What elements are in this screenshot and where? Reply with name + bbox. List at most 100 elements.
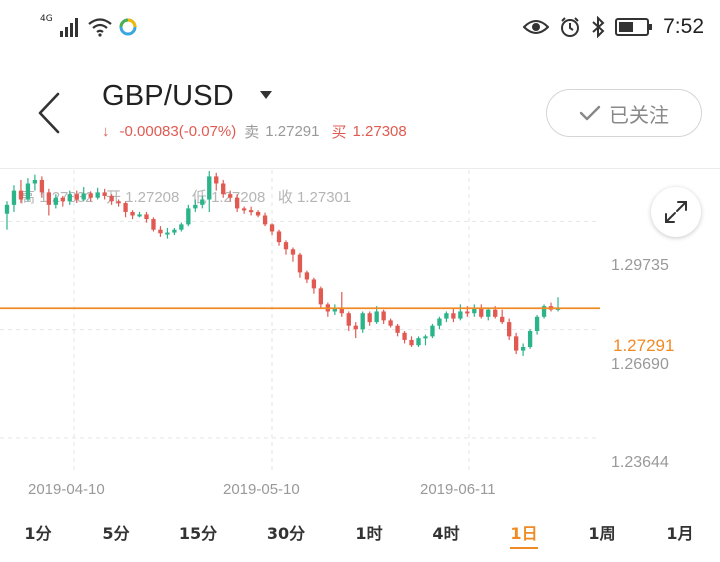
candle-body (262, 215, 268, 225)
candle-body (395, 325, 400, 333)
candle-body (46, 192, 52, 205)
tab-1day[interactable]: 1日 (510, 520, 537, 544)
candle-body (513, 336, 519, 351)
network-type-label: 4G (40, 14, 53, 24)
candle-body (32, 179, 38, 184)
candle-body (388, 320, 393, 326)
candle-body (283, 242, 289, 250)
candle-body (179, 224, 184, 230)
active-tab-indicator (510, 547, 538, 549)
candle-body (479, 308, 484, 317)
status-bar-left: 4G (40, 12, 137, 42)
tab-15min[interactable]: 15分 (179, 520, 217, 544)
candle-body (81, 193, 86, 200)
candle-body (507, 322, 512, 337)
candle-body (465, 311, 470, 314)
header-divider (0, 168, 720, 169)
battery-icon (615, 18, 653, 36)
tab-1hour[interactable]: 1时 (355, 520, 382, 544)
bluetooth-icon (592, 16, 605, 38)
candle-body (276, 231, 282, 243)
caret-down-icon[interactable] (259, 90, 273, 100)
candle-body (534, 316, 540, 332)
candle-body (116, 201, 121, 204)
candle-body (241, 208, 247, 211)
candle-body (500, 316, 505, 323)
candle-body (367, 313, 372, 323)
candle-body (18, 190, 24, 200)
candle-body (486, 309, 491, 317)
down-arrow-icon: ↓ (102, 123, 110, 140)
status-bar-right: 7:52 (523, 12, 704, 42)
sell-label: 卖 (244, 124, 260, 141)
alarm-icon (561, 17, 580, 37)
candle-body (430, 325, 435, 337)
candle-body (520, 347, 526, 351)
x-tick-label: 2019-04-10 (28, 481, 105, 498)
back-button[interactable] (28, 88, 72, 138)
period-tabs: 1分 5分 15分 30分 1时 4时 1日 1周 1月 (0, 512, 720, 552)
candle-body (374, 311, 379, 323)
candle-body (304, 272, 310, 280)
candle-body (437, 318, 442, 326)
currency-pair-title[interactable]: GBP/USD (102, 80, 234, 113)
candle-body (451, 313, 456, 319)
tab-1min[interactable]: 1分 (24, 520, 51, 544)
candle-body (39, 179, 45, 193)
candle-body (409, 339, 414, 346)
candle-body (402, 332, 407, 340)
candle-body (158, 229, 163, 234)
current-price-label: 1.27291 (613, 336, 675, 355)
y-tick-label: 1.26690 (611, 356, 669, 373)
candle-body (297, 254, 303, 273)
eye-icon (523, 20, 550, 34)
candle-body (228, 194, 233, 198)
candle-body (269, 224, 275, 232)
candle-body (493, 309, 498, 317)
candle-body (109, 195, 114, 202)
wifi-icon (88, 18, 112, 37)
candle-body (172, 229, 177, 233)
x-tick-label: 2019-06-11 (420, 481, 496, 498)
candle-body (137, 214, 142, 217)
tab-1week[interactable]: 1周 (588, 520, 615, 544)
candle-body (88, 193, 93, 198)
y-tick-label: 1.29735 (611, 257, 669, 274)
candle-body (472, 308, 477, 314)
follow-label: 已关注 (609, 102, 669, 127)
candle-body (53, 197, 58, 205)
candle-body (207, 176, 212, 200)
candle-body (67, 194, 72, 202)
candle-body (11, 190, 17, 205)
candle-body (193, 204, 198, 209)
status-bar: 4G 7:52 (0, 0, 720, 56)
app-notification-icon (119, 18, 137, 36)
check-icon (579, 105, 601, 121)
candle-body (151, 219, 156, 230)
candle-body (165, 232, 170, 235)
candle-body (248, 210, 254, 213)
tab-5min[interactable]: 5分 (102, 520, 129, 544)
x-tick-label: 2019-05-10 (223, 481, 300, 498)
follow-button[interactable]: 已关注 (546, 89, 702, 137)
candle-body (416, 338, 421, 346)
candle-body (318, 288, 324, 305)
candle-body (74, 194, 79, 200)
candle-body (102, 192, 107, 196)
tab-4hour[interactable]: 4时 (432, 520, 459, 544)
candle-body (4, 204, 10, 214)
tab-1month[interactable]: 1月 (666, 520, 693, 544)
candle-body (200, 199, 205, 205)
sell-price: 1.27291 (265, 123, 320, 140)
fullscreen-button[interactable] (651, 187, 701, 237)
candle-body (130, 211, 135, 216)
tab-30min[interactable]: 30分 (267, 520, 305, 544)
expand-icon (665, 201, 687, 223)
candle-body (444, 313, 449, 319)
y-tick-label: 1.23644 (611, 454, 669, 471)
candle-body (346, 313, 351, 326)
candle-body (214, 176, 219, 184)
candle-body (360, 313, 365, 330)
candlestick-chart[interactable] (0, 170, 720, 470)
candle-body (458, 311, 463, 319)
